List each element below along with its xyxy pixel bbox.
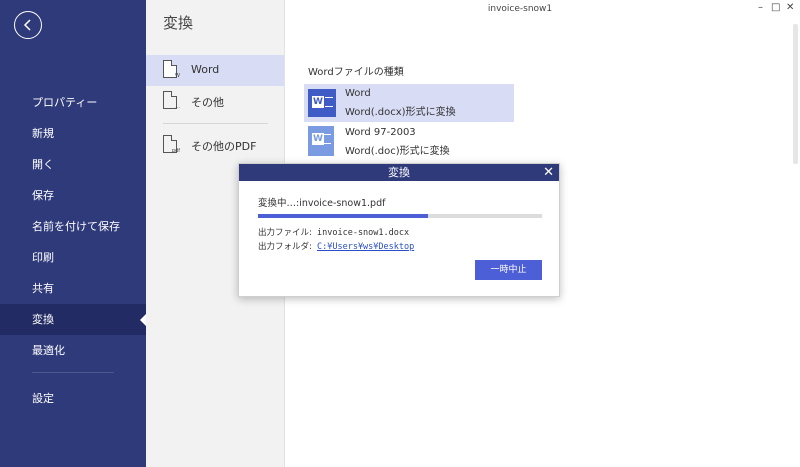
panel-divider xyxy=(163,123,268,124)
option-name: Word 97-2003 xyxy=(345,127,416,138)
chevron-left-icon xyxy=(23,19,31,31)
sidebar-item-label: 保存 xyxy=(32,189,54,202)
sidebar-item-label: 最適化 xyxy=(32,344,65,357)
back-button[interactable] xyxy=(14,11,42,39)
maximize-button[interactable]: □ xyxy=(771,2,780,13)
category-word[interactable]: W Word xyxy=(146,55,284,86)
sidebar-item-properties[interactable]: プロパティー xyxy=(0,87,146,118)
sidebar-item-label: 開く xyxy=(32,158,54,171)
option-name: Word xyxy=(345,88,371,99)
output-folder-row: 出力フォルダ: C:¥Users¥ws¥Desktop xyxy=(258,240,414,252)
sidebar-item-label: 名前を付けて保存 xyxy=(32,220,120,233)
output-file-value: invoice-snow1.docx xyxy=(317,228,410,238)
dialog-header: 変換 ✕ xyxy=(239,164,559,181)
sidebar-item-save[interactable]: 保存 xyxy=(0,180,146,211)
convert-progress-dialog: 変換 ✕ 変換中…:invoice-snow1.pdf 出力ファイル: invo… xyxy=(238,163,560,297)
category-label: Word xyxy=(191,63,220,76)
output-folder-link[interactable]: C:¥Users¥ws¥Desktop xyxy=(317,242,414,252)
sidebar-item-share[interactable]: 共有 xyxy=(0,273,146,304)
pdf-document-icon: pdf xyxy=(163,135,180,154)
sidebar-item-label: 共有 xyxy=(32,282,54,295)
sidebar-item-print[interactable]: 印刷 xyxy=(0,242,146,273)
sidebar-menu: プロパティー 新規 開く 保存 名前を付けて保存 印刷 共有 変換 最適化 設定 xyxy=(0,87,146,414)
sidebar-item-label: 新規 xyxy=(32,127,54,140)
category-other-pdf[interactable]: pdf その他のPDF xyxy=(146,130,284,161)
category-other[interactable]: ... その他 xyxy=(146,86,284,117)
sidebar-item-settings[interactable]: 設定 xyxy=(0,383,146,414)
dialog-close-button[interactable]: ✕ xyxy=(543,164,554,181)
pause-button[interactable]: 一時中止 xyxy=(475,260,542,280)
section-title: Wordファイルの種類 xyxy=(308,67,404,78)
sidebar-item-save-as[interactable]: 名前を付けて保存 xyxy=(0,211,146,242)
sidebar-item-convert[interactable]: 変換 xyxy=(0,304,146,335)
category-label: その他のPDF xyxy=(191,140,257,153)
scrollbar[interactable] xyxy=(793,24,798,164)
sidebar-divider xyxy=(32,372,114,373)
window-title: invoice-snow1 xyxy=(487,4,553,14)
category-label: その他 xyxy=(191,96,224,109)
other-document-icon: ... xyxy=(163,91,180,110)
sidebar-item-optimize[interactable]: 最適化 xyxy=(0,335,146,366)
progress-bar-fill xyxy=(258,214,429,218)
minimize-button[interactable]: – xyxy=(758,2,763,13)
output-folder-label: 出力フォルダ: xyxy=(258,242,312,252)
sidebar-item-open[interactable]: 開く xyxy=(0,149,146,180)
option-word-doc[interactable]: W Word 97-2003 Word(.doc)形式に変換 xyxy=(304,123,514,161)
output-file-row: 出力ファイル: invoice-snow1.docx xyxy=(258,226,409,238)
conversion-status: 変換中…:invoice-snow1.pdf xyxy=(258,198,386,209)
option-word-docx[interactable]: W Word Word(.docx)形式に変換 xyxy=(304,84,514,122)
progress-bar xyxy=(258,214,542,218)
word-97-icon: W xyxy=(308,126,334,156)
sidebar-item-new[interactable]: 新規 xyxy=(0,118,146,149)
sidebar-item-label: プロパティー xyxy=(32,96,98,109)
panel-title: 変換 xyxy=(163,14,194,32)
option-description: Word(.docx)形式に変換 xyxy=(345,107,456,118)
sidebar-item-label: 変換 xyxy=(32,313,54,326)
close-window-button[interactable]: ✕ xyxy=(786,2,794,13)
word-icon: W xyxy=(308,89,336,117)
word-document-icon: W xyxy=(163,60,180,79)
sidebar-item-label: 設定 xyxy=(32,392,54,405)
dialog-title: 変換 xyxy=(388,166,410,179)
output-file-label: 出力ファイル: xyxy=(258,228,312,238)
sidebar-item-label: 印刷 xyxy=(32,251,54,264)
option-description: Word(.doc)形式に変換 xyxy=(345,146,450,157)
sidebar: プロパティー 新規 開く 保存 名前を付けて保存 印刷 共有 変換 最適化 設定 xyxy=(0,0,146,467)
